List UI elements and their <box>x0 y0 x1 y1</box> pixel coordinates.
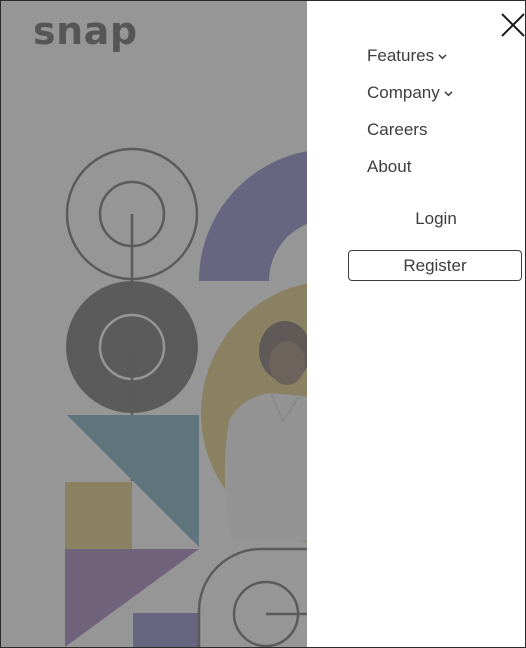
nav-item-label: About <box>367 157 412 176</box>
menu-backdrop-overlay[interactable] <box>1 1 307 647</box>
register-button[interactable]: Register <box>348 250 522 281</box>
nav-item-label: Company <box>367 83 440 102</box>
nav-menu: Features Company Careers About <box>367 45 453 193</box>
app-frame: snap Features Company Careers <box>0 0 526 648</box>
nav-item-about[interactable]: About <box>367 156 453 193</box>
login-link[interactable]: Login <box>347 207 525 231</box>
nav-item-careers[interactable]: Careers <box>367 119 453 156</box>
nav-item-label: Features <box>367 46 435 65</box>
close-icon[interactable] <box>499 11 526 39</box>
chevron-down-icon <box>438 54 447 60</box>
mobile-nav-drawer: Features Company Careers About Login Reg… <box>307 1 525 647</box>
nav-item-features[interactable]: Features <box>367 45 453 82</box>
nav-item-label: Careers <box>367 120 428 139</box>
chevron-down-icon <box>444 91 453 97</box>
nav-item-company[interactable]: Company <box>367 82 453 119</box>
